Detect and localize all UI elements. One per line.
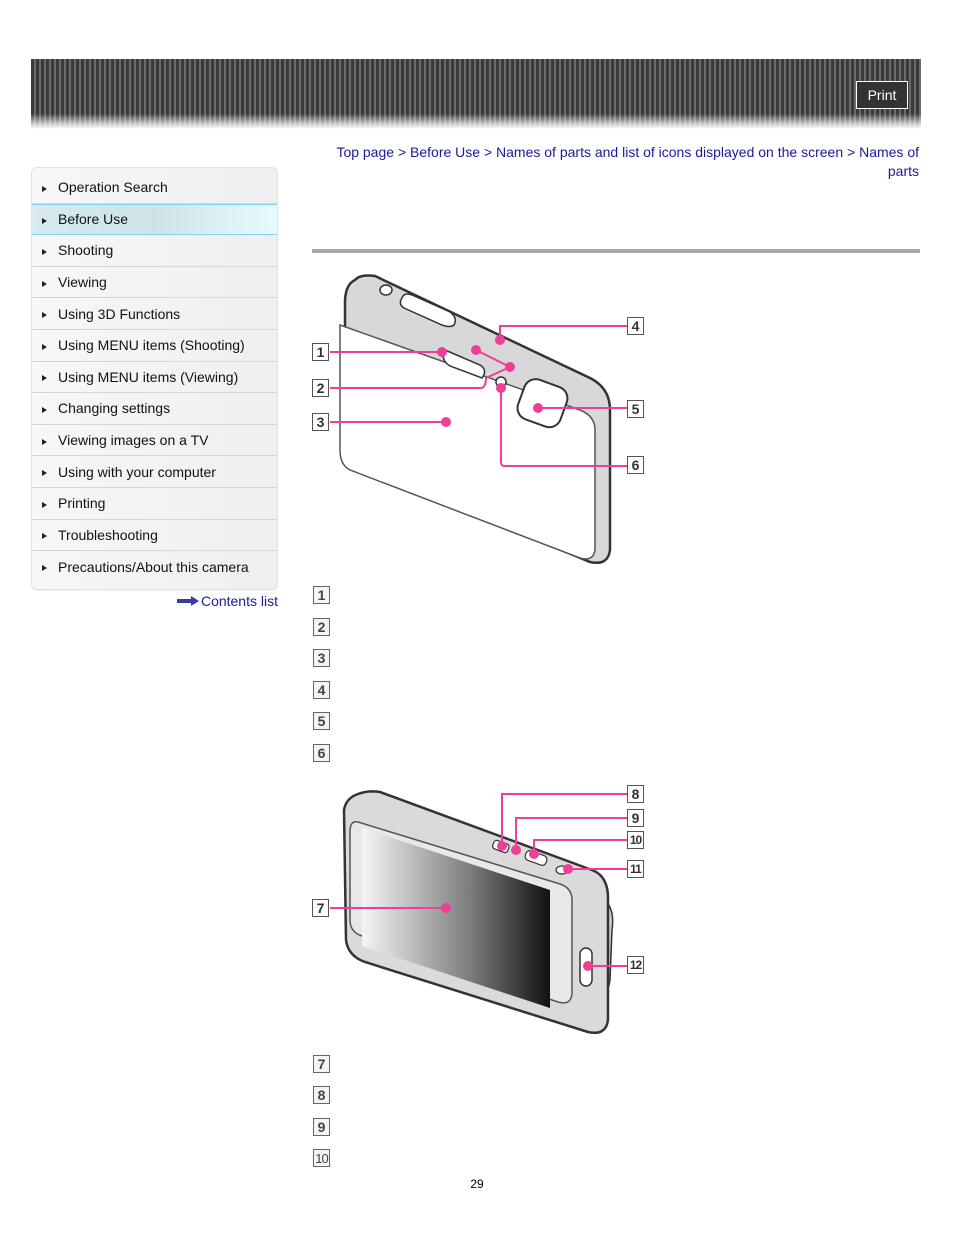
sidebar-item-before-use[interactable]: Before Use bbox=[32, 203, 277, 236]
number-badge: 5 bbox=[313, 712, 330, 730]
legend-item: 8 bbox=[313, 1086, 330, 1104]
callout-12: 12 bbox=[627, 956, 644, 974]
page-number: 29 bbox=[470, 1177, 484, 1191]
breadcrumb: Top page > Before Use > Names of parts a… bbox=[336, 144, 919, 179]
sidebar-item-shooting[interactable]: Shooting bbox=[32, 235, 277, 267]
breadcrumb-before-use[interactable]: Before Use bbox=[410, 144, 480, 160]
triangle-right-icon bbox=[42, 533, 47, 540]
breadcrumb-names-and-icons[interactable]: Names of parts and list of icons display… bbox=[496, 144, 843, 160]
sidebar-nav: Operation Search Before Use Shooting Vie… bbox=[31, 167, 278, 590]
callout-10: 10 bbox=[627, 831, 644, 849]
triangle-right-icon bbox=[42, 185, 47, 192]
header-banner bbox=[31, 59, 921, 129]
triangle-right-icon bbox=[42, 470, 47, 477]
triangle-right-icon bbox=[42, 565, 47, 572]
legend-item: 7 bbox=[313, 1055, 330, 1073]
callout-2: 2 bbox=[312, 379, 329, 397]
triangle-right-icon bbox=[42, 501, 47, 508]
number-badge: 9 bbox=[313, 1118, 330, 1136]
breadcrumb-top-page[interactable]: Top page bbox=[336, 144, 394, 160]
callout-8: 8 bbox=[627, 785, 644, 803]
number-badge: 4 bbox=[313, 681, 330, 699]
legend-item: 3 bbox=[313, 649, 330, 667]
title-divider bbox=[312, 249, 920, 253]
camera-back-illustration bbox=[330, 790, 628, 1034]
callout-11: 11 bbox=[627, 860, 644, 878]
sidebar-item-3d-functions[interactable]: Using 3D Functions bbox=[32, 298, 277, 330]
callout-9: 9 bbox=[627, 809, 644, 827]
callout-4: 4 bbox=[627, 317, 644, 335]
triangle-right-icon bbox=[42, 248, 47, 255]
triangle-right-icon bbox=[42, 280, 47, 287]
sidebar-item-changing-settings[interactable]: Changing settings bbox=[32, 393, 277, 425]
number-badge: 1 bbox=[313, 586, 330, 604]
triangle-right-icon bbox=[42, 312, 47, 319]
sidebar-item-printing[interactable]: Printing bbox=[32, 488, 277, 520]
sidebar-item-operation-search[interactable]: Operation Search bbox=[32, 172, 277, 204]
callout-5: 5 bbox=[627, 400, 644, 418]
legend-item: 4 bbox=[313, 681, 330, 699]
legend-item: 2 bbox=[313, 618, 330, 636]
callout-1: 1 bbox=[312, 343, 329, 361]
sidebar-item-troubleshooting[interactable]: Troubleshooting bbox=[32, 520, 277, 552]
sidebar-item-viewing[interactable]: Viewing bbox=[32, 267, 277, 299]
callout-6: 6 bbox=[627, 456, 644, 474]
sidebar-item-computer[interactable]: Using with your computer bbox=[32, 456, 277, 488]
triangle-right-icon bbox=[42, 406, 47, 413]
callout-3: 3 bbox=[312, 413, 329, 431]
triangle-right-icon bbox=[42, 217, 47, 224]
triangle-right-icon bbox=[42, 343, 47, 350]
number-badge: 8 bbox=[313, 1086, 330, 1104]
triangle-right-icon bbox=[42, 438, 47, 445]
legend-item: 9 bbox=[313, 1118, 330, 1136]
sidebar-item-menu-viewing[interactable]: Using MENU items (Viewing) bbox=[32, 362, 277, 394]
number-badge: 2 bbox=[313, 618, 330, 636]
legend-item: 6 bbox=[313, 744, 330, 762]
camera-front-illustration bbox=[330, 274, 628, 564]
sidebar-item-precautions[interactable]: Precautions/About this camera bbox=[32, 551, 277, 583]
number-badge: 7 bbox=[313, 1055, 330, 1073]
number-badge: 10 bbox=[313, 1149, 330, 1167]
triangle-right-icon bbox=[42, 375, 47, 382]
print-button[interactable]: Print bbox=[856, 81, 908, 109]
callout-7: 7 bbox=[312, 899, 329, 917]
number-badge: 6 bbox=[313, 744, 330, 762]
contents-list-link[interactable]: Contents list bbox=[175, 593, 278, 609]
breadcrumb-names-of-parts[interactable]: Names of parts bbox=[859, 144, 919, 179]
number-badge: 3 bbox=[313, 649, 330, 667]
legend-item: 10 bbox=[313, 1149, 330, 1167]
sidebar-item-menu-shooting[interactable]: Using MENU items (Shooting) bbox=[32, 330, 277, 362]
legend-item: 5 bbox=[313, 712, 330, 730]
legend-item: 1 bbox=[313, 586, 330, 604]
sidebar-item-viewing-tv[interactable]: Viewing images on a TV bbox=[32, 425, 277, 457]
arrow-right-icon bbox=[176, 596, 199, 606]
